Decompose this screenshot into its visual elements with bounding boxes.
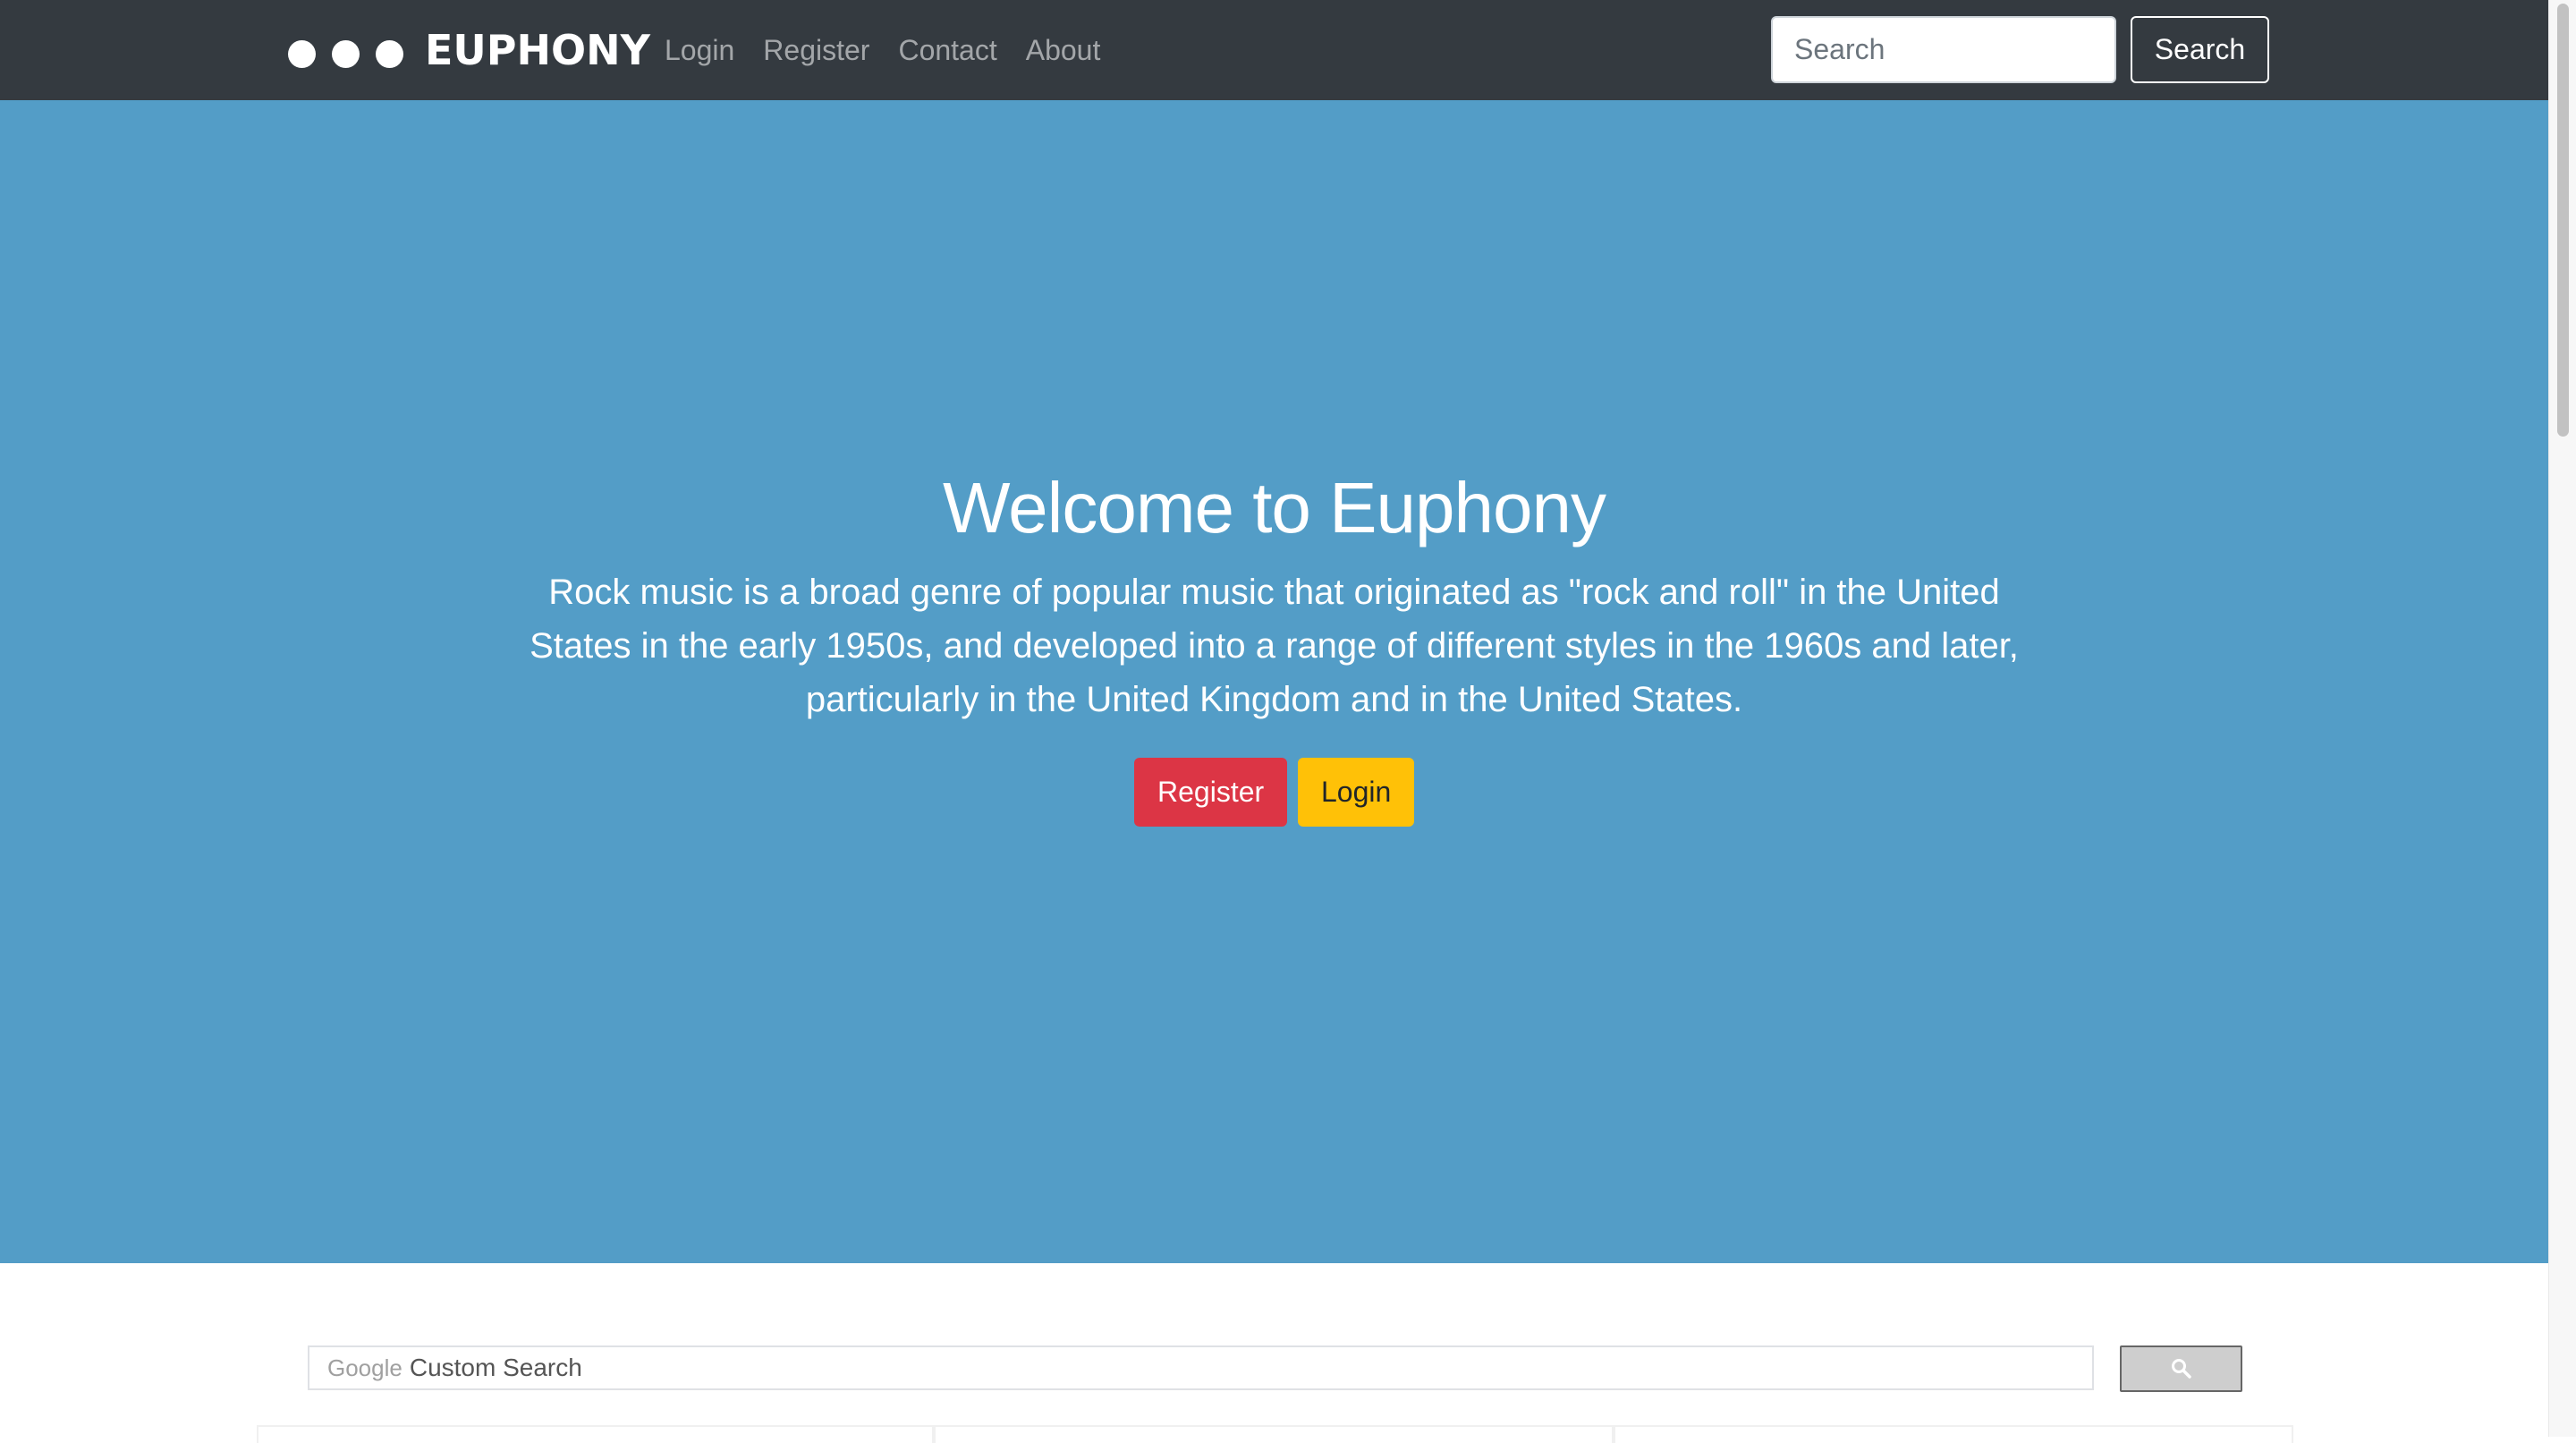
brand-name: EUPHONY (425, 26, 650, 74)
search-icon (2171, 1359, 2191, 1379)
nav-search-button[interactable]: Search (2131, 16, 2269, 83)
top-navbar: EUPHONY Login Register Contact About Sea… (0, 0, 2548, 100)
dot-icon (288, 39, 316, 68)
custom-search-input[interactable]: Google Custom Search (308, 1345, 2094, 1390)
dot-icon (376, 39, 403, 68)
brand-logo-link[interactable]: EUPHONY (288, 23, 650, 77)
google-watermark: Google (327, 1354, 402, 1381)
nav-links: Login Register Contact About (665, 27, 1129, 73)
nav-link-contact[interactable]: Contact (898, 34, 996, 67)
dot-icon (332, 39, 360, 68)
card (934, 1425, 1614, 1443)
hero-jumbotron: Welcome to Euphony Rock music is a broad… (0, 100, 2548, 1263)
custom-search-placeholder: Custom Search (409, 1354, 582, 1381)
hero-buttons: Register Login (0, 758, 2548, 827)
card (1614, 1425, 2293, 1443)
custom-search-button[interactable] (2120, 1345, 2242, 1392)
hero-login-button[interactable]: Login (1298, 758, 1414, 827)
nav-link-login[interactable]: Login (665, 34, 734, 67)
hero-register-button[interactable]: Register (1134, 758, 1287, 827)
nav-link-register[interactable]: Register (763, 34, 869, 67)
hero-title: Welcome to Euphony (943, 468, 1606, 547)
nav-search-input[interactable] (1771, 16, 2116, 83)
nav-link-about[interactable]: About (1026, 34, 1101, 67)
scrollbar-thumb[interactable] (2557, 4, 2569, 437)
hero-description: Rock music is a broad genre of popular m… (530, 573, 2019, 719)
page-scrollbar[interactable] (2548, 0, 2576, 1437)
three-dots-logo-icon (288, 39, 403, 68)
card (257, 1425, 934, 1443)
